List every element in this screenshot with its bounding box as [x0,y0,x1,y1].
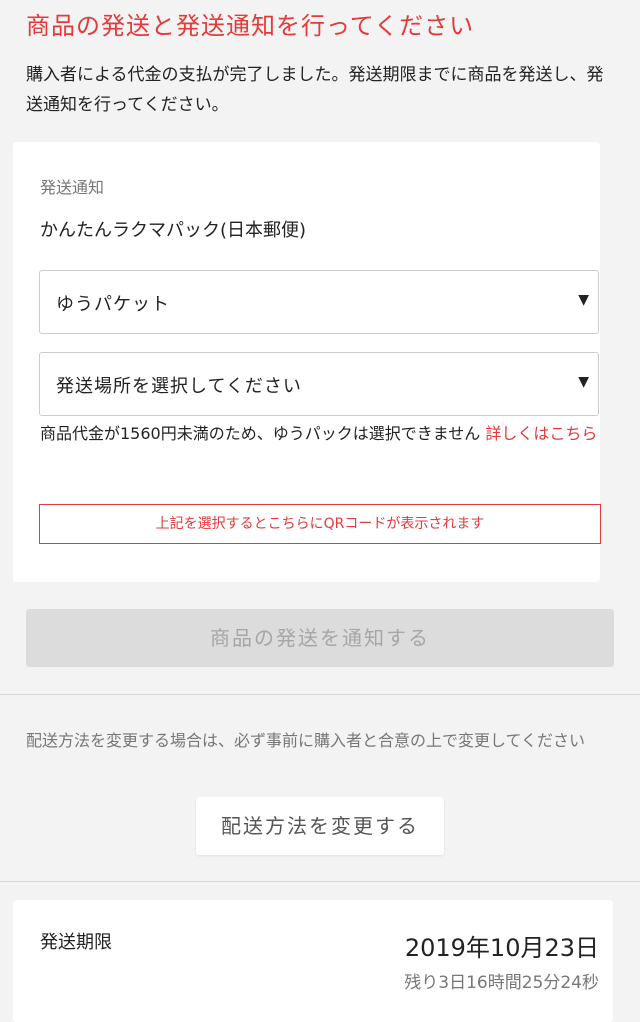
service-select-value: ゆうパケット [56,294,170,315]
divider [0,881,640,882]
deadline-label: 発送期限 [40,932,112,953]
section-label: 発送通知 [40,178,105,197]
change-method-notice: 配送方法を変更する場合は、必ず事前に購入者と合意の上で変更してください [26,731,586,750]
divider [0,694,640,695]
location-select-value: 発送場所を選択してください [56,376,302,397]
qr-code-placeholder: 上記を選択するとこちらにQRコードが表示されます [39,504,601,544]
notify-shipment-button[interactable]: 商品の発送を通知する [26,609,614,667]
change-method-button[interactable]: 配送方法を変更する [196,797,444,855]
shipping-method: かんたんラクマパック(日本郵便) [40,220,307,241]
location-select[interactable]: 発送場所を選択してください ▼ [39,352,599,416]
intro-text: 購入者による代金の支払が完了しました。発送期限までに商品を発送し、発送通知を行っ… [26,65,604,115]
page-title: 商品の発送と発送通知を行ってください [26,12,475,40]
shipping-notice-card: 発送通知 かんたんラクマパック(日本郵便) ゆうパケット ▼ 発送場所を選択して… [13,142,601,582]
triangle-down-icon: ▼ [578,292,589,308]
price-notice: 商品代金が1560円未満のため、ゆうパックは選択できません 詳しくはこちら [40,420,600,448]
deadline-date: 2019年10月23日 [404,934,599,962]
price-notice-text: 商品代金が1560円未満のため、ゆうパックは選択できません [40,424,481,443]
triangle-down-icon: ▼ [578,374,589,390]
details-link[interactable]: 詳しくはこちら [485,424,597,443]
deadline-card: 発送期限 2019年10月23日 残り3日16時間25分24秒 [13,900,613,1022]
deadline-remaining: 残り3日16時間25分24秒 [404,973,599,993]
service-select[interactable]: ゆうパケット ▼ [39,270,599,334]
